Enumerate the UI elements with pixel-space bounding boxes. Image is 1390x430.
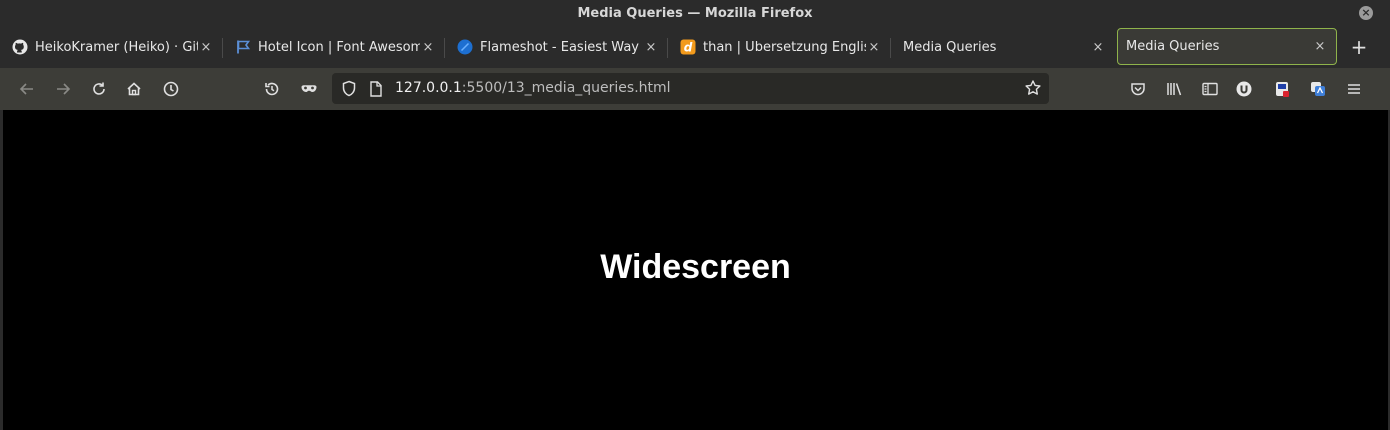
extension-button[interactable] (1232, 77, 1256, 101)
extension-button[interactable] (1306, 77, 1330, 101)
extension-button[interactable] (1270, 77, 1294, 101)
private-browsing-button[interactable] (297, 77, 321, 101)
page-content: Widescreen (3, 110, 1388, 430)
tab-label: Media Queries (903, 39, 997, 55)
tab-label: Media Queries (1126, 39, 1220, 54)
github-icon (12, 39, 28, 55)
navigation-toolbar: 127.0.0.1:5500/13_media_queries.html (0, 68, 1390, 110)
title-bar: Media Queries — Mozilla Firefox × (0, 0, 1390, 26)
reload-icon (93, 82, 105, 95)
pocket-icon (1131, 83, 1145, 96)
new-tab-button[interactable]: + (1344, 26, 1374, 68)
tab-font-awesome[interactable]: Hotel Icon | Font Awesome × (223, 26, 444, 68)
window-close-button[interactable]: × (1359, 6, 1373, 20)
flameshot-icon (457, 39, 473, 55)
history-restore-icon (265, 82, 279, 96)
tab-close-button[interactable]: × (1090, 40, 1106, 55)
page-icon[interactable] (369, 81, 383, 101)
tab-close-button[interactable]: × (420, 40, 436, 55)
dict-icon: d (680, 39, 696, 55)
window-title: Media Queries — Mozilla Firefox (577, 5, 813, 21)
arrow-left-icon (19, 83, 33, 95)
hamburger-menu-icon (1348, 84, 1360, 94)
library-button[interactable] (1162, 77, 1186, 101)
arrow-right-icon (57, 83, 71, 95)
home-icon (127, 82, 141, 96)
mask-icon (301, 85, 317, 92)
tab-close-button[interactable]: × (866, 40, 882, 55)
bookmark-star-icon[interactable] (1024, 79, 1042, 101)
translate-icon (1311, 82, 1325, 96)
tab-close-button[interactable]: × (1312, 39, 1328, 54)
tab-strip: HeikoKramer (Heiko) · GitHub × Hotel Ico… (0, 26, 1390, 68)
tab-media-queries[interactable]: Media Queries × (891, 26, 1114, 68)
tab-close-button[interactable]: × (643, 40, 659, 55)
tab-label: Hotel Icon | Font Awesome (258, 39, 420, 55)
menu-button[interactable] (1342, 77, 1366, 101)
history-button[interactable] (159, 77, 183, 101)
restore-session-button[interactable] (260, 77, 284, 101)
tab-flameshot[interactable]: Flameshot - Easiest Way to take screensh… (445, 26, 667, 68)
flag-icon (235, 39, 251, 55)
tab-github[interactable]: HeikoKramer (Heiko) · GitHub × (0, 26, 222, 68)
clock-icon (163, 81, 179, 97)
library-icon (1167, 83, 1182, 96)
forward-button[interactable] (51, 77, 75, 101)
home-button[interactable] (122, 77, 146, 101)
page-heading: Widescreen (600, 248, 791, 286)
sidebar-button[interactable] (1198, 77, 1222, 101)
url-text[interactable]: 127.0.0.1:5500/13_media_queries.html (395, 73, 671, 104)
privacy-badger-icon (1276, 82, 1289, 97)
url-path: :5500/13_media_queries.html (461, 80, 671, 96)
shield-icon[interactable] (341, 80, 357, 101)
tab-media-queries-active[interactable]: Media Queries × (1117, 28, 1337, 65)
back-button[interactable] (15, 77, 39, 101)
pocket-button[interactable] (1126, 77, 1150, 101)
reload-button[interactable] (87, 77, 111, 101)
url-bar[interactable]: 127.0.0.1:5500/13_media_queries.html (332, 73, 1049, 104)
ublock-icon (1236, 81, 1252, 97)
tab-label: Flameshot - Easiest Way to take screensh… (480, 39, 643, 55)
browser-window: Media Queries — Mozilla Firefox × HeikoK… (0, 0, 1390, 430)
sidebar-icon (1202, 82, 1218, 96)
tab-close-button[interactable]: × (198, 40, 214, 55)
tab-label: HeikoKramer (Heiko) · GitHub (35, 39, 198, 55)
tab-label: than | Übersetzung Englisch-Deutsch (703, 39, 866, 55)
tab-dictionary[interactable]: d than | Übersetzung Englisch-Deutsch × (668, 26, 890, 68)
svg-text:d: d (684, 41, 693, 55)
url-host: 127.0.0.1 (395, 80, 462, 96)
